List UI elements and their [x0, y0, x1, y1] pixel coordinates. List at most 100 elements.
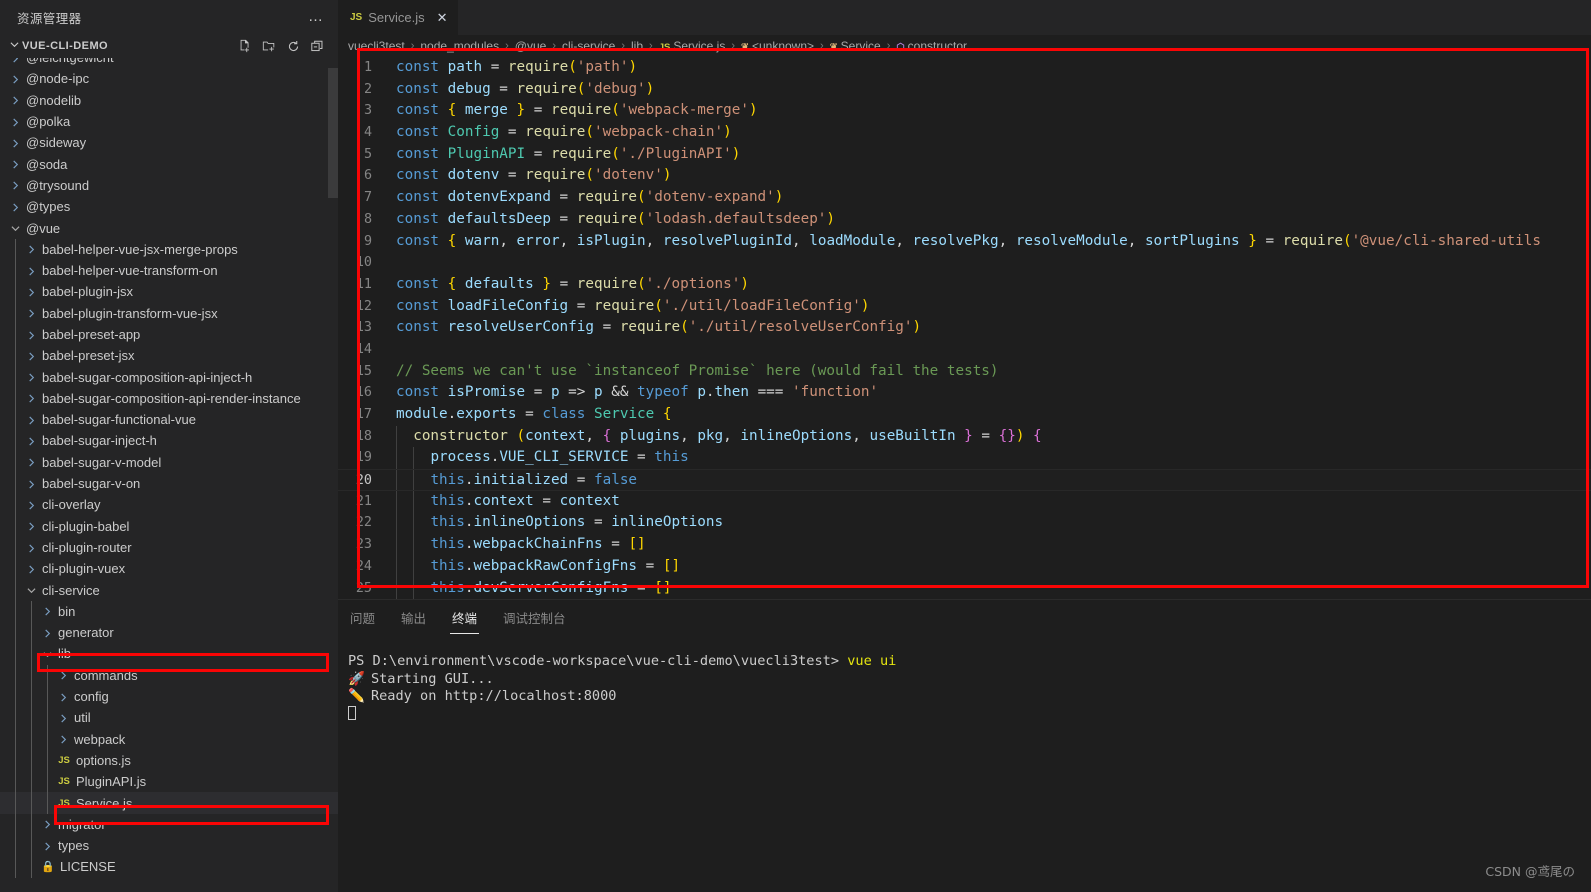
code-line[interactable]: 11 const { defaults } = require('./option…	[338, 274, 1591, 296]
chevron-right-icon	[56, 713, 70, 723]
code-line[interactable]: 25 this.devServerConfigFns = []	[338, 577, 1591, 599]
code-line-text: this.initialized = false	[390, 470, 1591, 490]
collapse-all-icon[interactable]	[306, 36, 328, 56]
terminal-cursor-line[interactable]	[348, 705, 1591, 720]
code-line[interactable]: 20 this.initialized = false	[338, 469, 1591, 491]
breadcrumb-item[interactable]: cli-service	[562, 39, 615, 53]
code-editor[interactable]: 1 const path = require('path') 2 const debu…	[338, 57, 1591, 599]
new-file-icon[interactable]	[234, 36, 256, 56]
breadcrumb-item[interactable]: @vue	[515, 39, 547, 53]
code-line[interactable]: 1 const path = require('path')	[338, 57, 1591, 79]
tree-item-babel-plugin-jsx[interactable]: babel-plugin-jsx	[0, 281, 338, 303]
code-line[interactable]: 9 const { warn, error, isPlugin, resolveP…	[338, 231, 1591, 253]
breadcrumb-item[interactable]: ⬡ constructor	[896, 39, 967, 53]
breadcrumb-item[interactable]: ❦ Service	[830, 39, 881, 53]
code-line[interactable]: 14	[338, 339, 1591, 361]
tree-item-config[interactable]: config	[0, 685, 338, 708]
code-line[interactable]: 22 this.inlineOptions = inlineOptions	[338, 512, 1591, 535]
tree-item-migrator[interactable]: migrator	[0, 813, 338, 835]
workspace-folder-row[interactable]: VUE-CLI-DEMO	[0, 34, 338, 58]
code-token: webpackRawConfigFns	[473, 557, 638, 574]
tree-item-bin[interactable]: bin	[0, 600, 338, 623]
tree-item-lib[interactable]: lib	[0, 643, 338, 665]
breadcrumb-item[interactable]: vuecli3test	[348, 39, 405, 53]
tree-item--sideway[interactable]: @sideway	[0, 132, 338, 153]
code-line[interactable]: 6 const dotenv = require('dotenv')	[338, 165, 1591, 187]
tree-item-babel-sugar-composition-api-render-instance[interactable]: babel-sugar-composition-api-render-insta…	[0, 387, 338, 410]
explorer-more-actions-icon[interactable]: …	[300, 9, 332, 24]
panel-tab-终端[interactable]: 终端	[450, 602, 480, 634]
file-tree[interactable]: @leichtgewicht @node-ipc @nodelib @polka @si…	[0, 58, 338, 892]
tree-item-generator[interactable]: generator	[0, 622, 338, 644]
tree-item-util[interactable]: util	[0, 707, 338, 729]
code-line[interactable]: 4 const Config = require('webpack-chain')	[338, 122, 1591, 144]
panel-tab-问题[interactable]: 问题	[348, 602, 377, 634]
breadcrumb-item[interactable]: ❦ <unknown>	[741, 39, 814, 53]
terminal-output[interactable]: PS D:\environment\vscode-workspace\vue-c…	[338, 635, 1591, 720]
tree-item--nodelib[interactable]: @nodelib	[0, 90, 338, 111]
tree-item-types[interactable]: types	[0, 834, 338, 857]
panel-tab-调试控制台[interactable]: 调试控制台	[501, 602, 568, 634]
tree-item--node-ipc[interactable]: @node-ipc	[0, 68, 338, 89]
tree-item--vue[interactable]: @vue	[0, 217, 338, 238]
tree-item-babel-helper-vue-transform-on[interactable]: babel-helper-vue-transform-on	[0, 259, 338, 282]
tab-service-js[interactable]: JS Service.js ✕	[338, 0, 459, 35]
tree-item-babel-sugar-composition-api-inject-h[interactable]: babel-sugar-composition-api-inject-h	[0, 366, 338, 388]
line-number: 10	[355, 255, 372, 271]
tree-item--trysound[interactable]: @trysound	[0, 175, 338, 196]
refresh-icon[interactable]	[282, 36, 304, 56]
new-folder-icon[interactable]	[258, 36, 280, 56]
tree-item-babel-sugar-v-model[interactable]: babel-sugar-v-model	[0, 451, 338, 473]
code-line[interactable]: 21 this.context = context	[338, 490, 1591, 513]
code-line[interactable]: 7 const dotenvExpand = require('dotenv-ex…	[338, 187, 1591, 209]
code-line[interactable]: 16 const isPromise = p => p && typeof p.t…	[338, 382, 1591, 404]
code-line[interactable]: 17 module.exports = class Service {	[338, 404, 1591, 426]
tree-item-commands[interactable]: commands	[0, 664, 338, 686]
tree-item-cli-service[interactable]: cli-service	[0, 579, 338, 601]
tree-item-cli-plugin-router[interactable]: cli-plugin-router	[0, 536, 338, 559]
code-line[interactable]: 19 process.VUE_CLI_SERVICE = this	[338, 447, 1591, 470]
breadcrumb-item[interactable]: node_modules	[420, 39, 499, 53]
tree-item--types[interactable]: @types	[0, 196, 338, 217]
panel-tab-bar[interactable]: 问题 输出 终端 调试控制台	[338, 600, 1591, 635]
tree-item-webpack[interactable]: webpack	[0, 728, 338, 750]
code-line[interactable]: 3 const { merge } = require('webpack-merg…	[338, 100, 1591, 122]
tree-item-babel-preset-app[interactable]: babel-preset-app	[0, 323, 338, 346]
tree-item-babel-plugin-transform-vue-jsx[interactable]: babel-plugin-transform-vue-jsx	[0, 302, 338, 324]
close-icon[interactable]: ✕	[437, 10, 448, 26]
tree-item--polka[interactable]: @polka	[0, 111, 338, 132]
breadcrumb-item[interactable]: JS Service.js	[659, 39, 726, 53]
tree-item-license[interactable]: 🔒 LICENSE	[0, 856, 338, 878]
breadcrumb[interactable]: vuecli3test › node_modules › @vue › cli-servic…	[338, 35, 1591, 57]
tree-item-babel-sugar-inject-h[interactable]: babel-sugar-inject-h	[0, 430, 338, 452]
breadcrumb-item[interactable]: lib	[631, 39, 643, 53]
code-line[interactable]: 13 const resolveUserConfig = require('./u…	[338, 317, 1591, 339]
panel-tab-输出[interactable]: 输出	[399, 602, 428, 634]
code-line[interactable]: 23 this.webpackChainFns = []	[338, 534, 1591, 556]
tree-item-babel-sugar-v-on[interactable]: babel-sugar-v-on	[0, 472, 338, 495]
tree-item--soda[interactable]: @soda	[0, 153, 338, 174]
code-token: p	[550, 384, 560, 401]
tree-item-pluginapi-js[interactable]: JS PluginAPI.js	[0, 771, 338, 793]
tree-item-options-js[interactable]: JS options.js	[0, 749, 338, 772]
code-line[interactable]: 10	[338, 252, 1591, 274]
code-token: isPlugin	[576, 232, 646, 249]
code-line[interactable]: 2 const debug = require('debug')	[338, 79, 1591, 101]
tree-item-cli-overlay[interactable]: cli-overlay	[0, 494, 338, 516]
code-line[interactable]: 15 // Seems we can't use `instanceof Prom…	[338, 361, 1591, 383]
tree-item-service-js[interactable]: JS Service.js	[0, 792, 338, 814]
code-line[interactable]: 5 const PluginAPI = require('./PluginAPI'…	[338, 144, 1591, 166]
code-line[interactable]: 18 constructor (context, { plugins, pkg,…	[338, 425, 1591, 448]
explorer-scrollbar[interactable]	[328, 68, 338, 198]
code-line[interactable]: 12 const loadFileConfig = require('./util…	[338, 296, 1591, 318]
tree-item-babel-preset-jsx[interactable]: babel-preset-jsx	[0, 345, 338, 367]
breadcrumb-label: <unknown>	[751, 39, 815, 53]
code-line-text: const debug = require('debug')	[390, 79, 1591, 101]
tree-item-babel-sugar-functional-vue[interactable]: babel-sugar-functional-vue	[0, 409, 338, 431]
tree-item-babel-helper-vue-jsx-merge-props[interactable]: babel-helper-vue-jsx-merge-props	[0, 238, 338, 260]
tree-item-cli-plugin-babel[interactable]: cli-plugin-babel	[0, 515, 338, 537]
code-line[interactable]: 24 this.webpackRawConfigFns = []	[338, 555, 1591, 578]
tree-item--leichtgewicht[interactable]: @leichtgewicht	[0, 58, 338, 68]
code-line[interactable]: 8 const defaultsDeep = require('lodash.de…	[338, 209, 1591, 231]
tree-item-cli-plugin-vuex[interactable]: cli-plugin-vuex	[0, 558, 338, 580]
